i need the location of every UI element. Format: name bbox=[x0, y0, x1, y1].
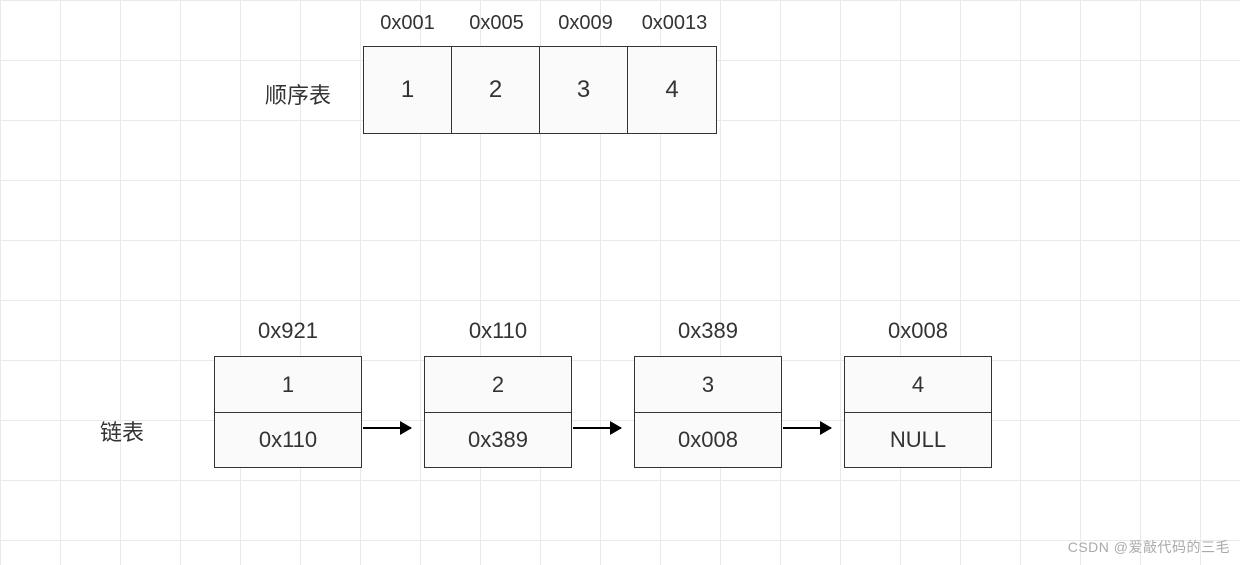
array-cell: 4 bbox=[628, 47, 716, 133]
array-label: 顺序表 bbox=[265, 78, 331, 110]
watermark-text: CSDN @爱敲代码的三毛 bbox=[1068, 537, 1230, 557]
array-address-cell: 0x005 bbox=[452, 12, 541, 35]
array-address-cell: 0x009 bbox=[541, 12, 630, 35]
linked-list-node: 4 NULL bbox=[844, 356, 992, 468]
linked-list-node: 2 0x389 bbox=[424, 356, 572, 468]
node-address: 0x389 bbox=[634, 318, 782, 344]
linked-list-label: 链表 bbox=[100, 415, 144, 447]
arrow-icon bbox=[573, 427, 621, 429]
array-address-cell: 0x0013 bbox=[630, 12, 719, 35]
node-address: 0x921 bbox=[214, 318, 362, 344]
array-address-cell: 0x001 bbox=[363, 12, 452, 35]
node-value: 1 bbox=[215, 357, 361, 412]
node-address: 0x008 bbox=[844, 318, 992, 344]
linked-list-node: 3 0x008 bbox=[634, 356, 782, 468]
array-cells: 1 2 3 4 bbox=[363, 46, 717, 134]
node-pointer: NULL bbox=[845, 412, 991, 467]
array-address-row: 0x001 0x005 0x009 0x0013 bbox=[363, 12, 719, 35]
node-value: 3 bbox=[635, 357, 781, 412]
diagram-canvas: 顺序表 0x001 0x005 0x009 0x0013 1 2 3 4 链表 … bbox=[0, 0, 1240, 565]
node-pointer: 0x008 bbox=[635, 412, 781, 467]
array-cell: 1 bbox=[364, 47, 452, 133]
arrow-icon bbox=[783, 427, 831, 429]
linked-list-node: 1 0x110 bbox=[214, 356, 362, 468]
node-pointer: 0x110 bbox=[215, 412, 361, 467]
array-cell: 3 bbox=[540, 47, 628, 133]
node-value: 4 bbox=[845, 357, 991, 412]
node-value: 2 bbox=[425, 357, 571, 412]
arrow-icon bbox=[363, 427, 411, 429]
array-cell: 2 bbox=[452, 47, 540, 133]
node-pointer: 0x389 bbox=[425, 412, 571, 467]
node-address: 0x110 bbox=[424, 318, 572, 344]
